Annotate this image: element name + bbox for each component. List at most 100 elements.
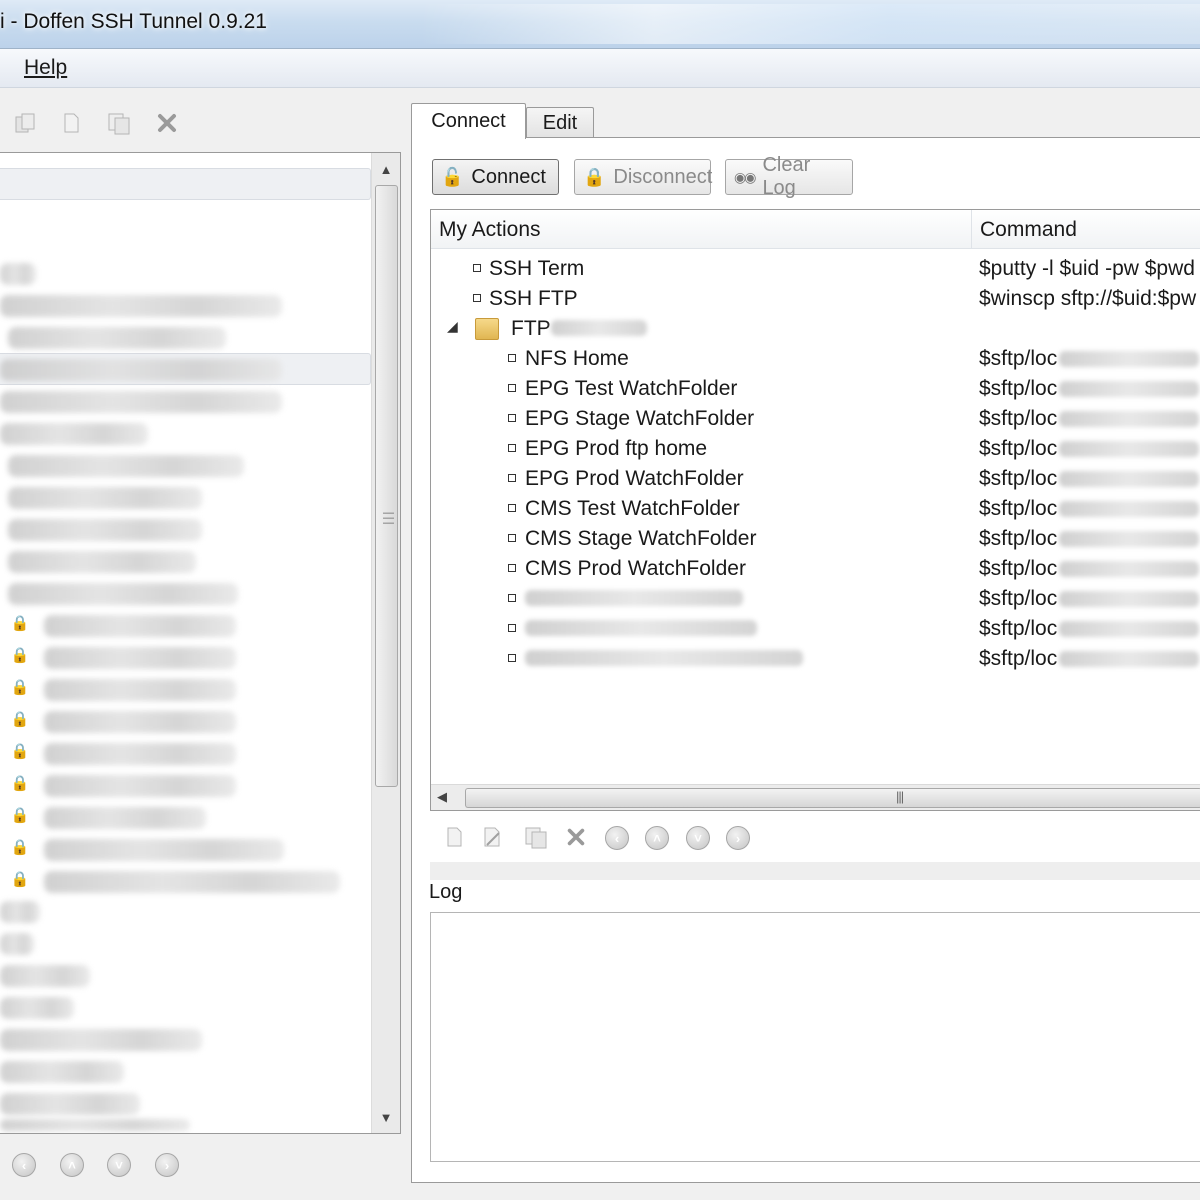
- tree-row[interactable]: [0, 1119, 190, 1131]
- table-row[interactable]: CMS Prod WatchFolder $sftp/loc: [431, 553, 1200, 583]
- arrow-down-icon[interactable]: ˅: [686, 826, 710, 850]
- table-row[interactable]: $sftp/loc: [431, 643, 1200, 673]
- table-row[interactable]: CMS Stage WatchFolder $sftp/loc: [431, 523, 1200, 553]
- arrow-up-icon[interactable]: ˄: [60, 1153, 84, 1177]
- arrow-left-icon[interactable]: ‹: [12, 1153, 36, 1177]
- arrow-down-icon[interactable]: ˅: [107, 1153, 131, 1177]
- log-textarea[interactable]: [430, 912, 1200, 1162]
- tree-row[interactable]: [0, 423, 148, 445]
- table-row[interactable]: $sftp/loc: [431, 583, 1200, 613]
- connect-button[interactable]: 🔓 Connect: [432, 159, 559, 195]
- tree-row[interactable]: [0, 359, 282, 381]
- tree-vertical-scrollbar[interactable]: ▲ ― ― ― ▼: [371, 153, 400, 1133]
- redacted-text: [525, 590, 743, 606]
- duplicate-icon[interactable]: [106, 110, 132, 136]
- tree-row[interactable]: [44, 871, 340, 893]
- tree-row[interactable]: [0, 391, 282, 413]
- arrow-right-icon[interactable]: ›: [155, 1153, 179, 1177]
- table-horizontal-scrollbar[interactable]: ◀ |||: [431, 784, 1200, 810]
- tree-row[interactable]: [8, 327, 226, 349]
- action-command: $sftp/loc: [979, 437, 1200, 461]
- table-header: My Actions Command: [431, 210, 1200, 249]
- arrow-left-icon[interactable]: ‹: [605, 826, 629, 850]
- leaf-icon: [508, 444, 516, 452]
- tree-row-selected-top[interactable]: [0, 168, 371, 200]
- tree-row[interactable]: [0, 1093, 140, 1115]
- table-row[interactable]: SSH Term $putty -l $uid -pw $pwd: [431, 253, 1200, 283]
- title-bar-glass: [420, 4, 1200, 44]
- redacted-text: [1059, 651, 1200, 668]
- action-name: EPG Test WatchFolder: [525, 377, 738, 400]
- duplicate-icon[interactable]: [523, 824, 549, 850]
- arrow-right-icon[interactable]: ›: [726, 826, 750, 850]
- action-command: $sftp/loc: [979, 527, 1200, 551]
- lock-icon: 🔒: [10, 871, 30, 888]
- redacted-text: [1059, 351, 1200, 368]
- table-row[interactable]: EPG Prod ftp home $sftp/loc: [431, 433, 1200, 463]
- tree-row[interactable]: [0, 965, 90, 987]
- disconnect-button[interactable]: 🔒 Disconnect: [574, 159, 712, 195]
- edit-icon[interactable]: [480, 824, 506, 850]
- arrow-up-icon[interactable]: ˄: [645, 826, 669, 850]
- new-icon[interactable]: [58, 110, 84, 136]
- column-header-my-actions[interactable]: My Actions: [439, 218, 541, 242]
- table-row[interactable]: EPG Stage WatchFolder $sftp/loc: [431, 403, 1200, 433]
- tree-row[interactable]: [8, 487, 202, 509]
- tree-row[interactable]: [8, 551, 196, 573]
- table-row[interactable]: $sftp/loc: [431, 613, 1200, 643]
- tree-row[interactable]: [44, 711, 236, 733]
- tree-row[interactable]: [8, 519, 202, 541]
- tree-row[interactable]: [44, 679, 236, 701]
- tree-row[interactable]: [44, 807, 206, 829]
- menu-help[interactable]: Help: [24, 56, 67, 80]
- actions-table[interactable]: My Actions Command SSH Term $putty -l $u…: [430, 209, 1200, 811]
- tree-row[interactable]: [8, 455, 244, 477]
- redacted-text: [551, 320, 647, 336]
- table-row[interactable]: EPG Prod WatchFolder $sftp/loc: [431, 463, 1200, 493]
- tunnel-tree[interactable]: 🔒 🔒 🔒 🔒 🔒 🔒 🔒 🔒 🔒 ▲ ― ― ― ▼: [0, 152, 401, 1134]
- tree-row[interactable]: [0, 901, 40, 923]
- tree-row[interactable]: [44, 743, 236, 765]
- tree-row[interactable]: [44, 839, 284, 861]
- tree-row[interactable]: [44, 647, 236, 669]
- lock-icon: 🔒: [10, 711, 30, 728]
- tree-row[interactable]: [0, 933, 34, 955]
- scroll-down-arrow-icon[interactable]: ▼: [372, 1103, 400, 1131]
- tab-connect[interactable]: Connect: [411, 103, 526, 139]
- copy-icon[interactable]: [12, 110, 38, 136]
- redacted-text: [1059, 501, 1200, 518]
- scrollbar-thumb[interactable]: ― ― ―: [375, 185, 398, 787]
- log-splitter[interactable]: [430, 862, 1200, 880]
- tree-row[interactable]: [44, 775, 236, 797]
- delete-icon[interactable]: [563, 824, 589, 850]
- tree-row[interactable]: [0, 1061, 124, 1083]
- table-row[interactable]: CMS Test WatchFolder $sftp/loc: [431, 493, 1200, 523]
- tree-row[interactable]: [0, 1029, 202, 1051]
- column-separator[interactable]: [971, 210, 972, 248]
- tree-row[interactable]: [8, 583, 238, 605]
- scroll-left-arrow-icon[interactable]: ◀: [437, 789, 447, 805]
- scrollbar-thumb[interactable]: |||: [465, 788, 1200, 808]
- table-row[interactable]: NFS Home $sftp/loc: [431, 343, 1200, 373]
- expand-triangle-icon[interactable]: ◢: [447, 318, 458, 335]
- tree-row[interactable]: [0, 263, 36, 285]
- scroll-up-arrow-icon[interactable]: ▲: [372, 155, 400, 183]
- clear-log-button[interactable]: ◉◉ Clear Log: [725, 154, 853, 199]
- new-icon[interactable]: [442, 824, 468, 850]
- table-row[interactable]: SSH FTP $winscp sftp://$uid:$pw: [431, 283, 1200, 313]
- tree-row[interactable]: [0, 295, 282, 317]
- lock-icon: 🔒: [583, 166, 606, 187]
- action-command: $sftp/loc: [979, 467, 1200, 491]
- lock-icon: 🔒: [10, 839, 30, 856]
- column-header-command[interactable]: Command: [980, 218, 1077, 242]
- action-command: $sftp/loc: [979, 557, 1200, 581]
- table-row[interactable]: EPG Test WatchFolder $sftp/loc: [431, 373, 1200, 403]
- tree-row[interactable]: [0, 997, 74, 1019]
- tab-edit[interactable]: Edit: [526, 107, 594, 138]
- action-name: CMS Test WatchFolder: [525, 497, 740, 520]
- tree-row[interactable]: [44, 615, 236, 637]
- action-command: $sftp/loc: [979, 587, 1200, 611]
- delete-icon[interactable]: [154, 110, 180, 136]
- action-name: SSH FTP: [489, 287, 578, 310]
- table-row-folder[interactable]: ◢ FTP: [431, 313, 1200, 343]
